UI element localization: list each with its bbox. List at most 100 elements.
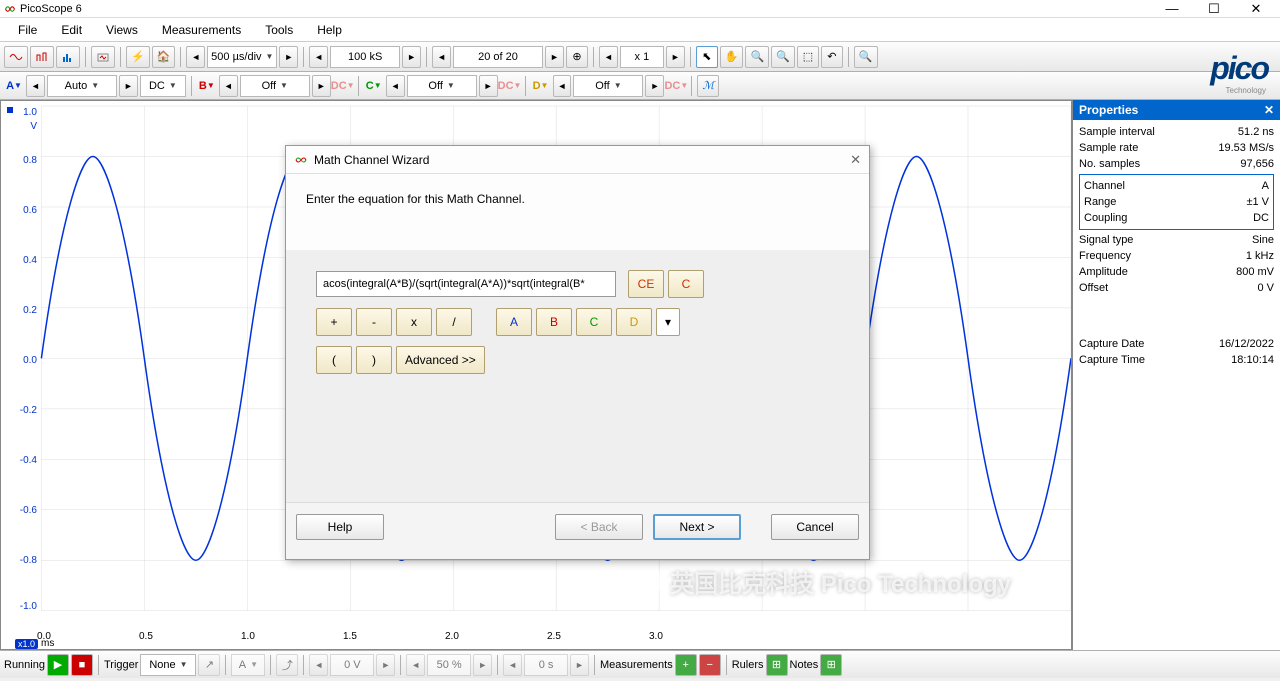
ch-d-range-prev[interactable]: ◄ (553, 75, 572, 97)
buffer-prev-button[interactable]: ◄ (432, 46, 451, 68)
zoom-next-button[interactable]: ► (666, 46, 685, 68)
marquee-zoom-icon[interactable]: 🔍 (854, 46, 878, 68)
prop-coupling-label: Coupling (1084, 212, 1127, 224)
menu-edit[interactable]: Edit (51, 21, 92, 39)
buffer-nav-field[interactable]: 20 of 20 (453, 46, 543, 68)
prop-sample-rate-label: Sample rate (1079, 142, 1138, 154)
zoom-out-icon[interactable]: 🔍 (771, 46, 795, 68)
menu-measurements[interactable]: Measurements (152, 21, 251, 39)
stop-button[interactable]: ■ (71, 654, 93, 676)
ch-d-range-next[interactable]: ► (645, 75, 664, 97)
channel-toolbar: A ▼ ◄ Auto▼ ► DC▼ B ▼ ◄ Off▼ ► DC ▼ C ▼ … (0, 72, 1280, 100)
ch-a-coupling-field[interactable]: DC▼ (140, 75, 186, 97)
multiply-button[interactable]: x (396, 308, 432, 336)
ch-c-range-next[interactable]: ► (479, 75, 498, 97)
level-prev: ◄ (309, 654, 328, 676)
ch-a-range-next[interactable]: ► (119, 75, 138, 97)
advanced-button[interactable]: Advanced >> (396, 346, 485, 374)
clear-entry-button[interactable]: CE (628, 270, 664, 298)
add-measurement-icon[interactable]: + (675, 654, 697, 676)
window-titlebar: PicoScope 6 — ☐ ✕ (0, 0, 1280, 18)
spectrum-mode-icon[interactable] (56, 46, 80, 68)
ch-b-range-prev[interactable]: ◄ (219, 75, 238, 97)
back-button: < Back (555, 514, 643, 540)
prop-channel-value: A (1262, 180, 1269, 192)
rparen-button[interactable]: ) (356, 346, 392, 374)
channel-b-button[interactable]: B (536, 308, 572, 336)
channel-d-label[interactable]: D ▼ (531, 75, 551, 97)
timebase-next-button[interactable]: ► (279, 46, 298, 68)
trigger-mode-field[interactable]: None▼ (140, 654, 196, 676)
lparen-button[interactable]: ( (316, 346, 352, 374)
signal-gen-icon[interactable]: ⚡ (126, 46, 150, 68)
divide-button[interactable]: / (436, 308, 472, 336)
notes-icon[interactable]: ⊞ (820, 654, 842, 676)
ch-d-range-field[interactable]: Off▼ (573, 75, 643, 97)
x-axis-scale-tag[interactable]: x1.0 (15, 639, 38, 649)
run-status-label: Running (4, 659, 45, 671)
timebase-field[interactable]: 500 µs/div▼ (207, 46, 277, 68)
hand-tool-icon[interactable]: ✋ (720, 46, 744, 68)
ch-a-range-prev[interactable]: ◄ (26, 75, 45, 97)
channel-d-button[interactable]: D (616, 308, 652, 336)
minimize-button[interactable]: — (1160, 1, 1184, 17)
prop-signal-type-label: Signal type (1079, 234, 1133, 246)
equation-input[interactable]: acos(integral(A*B)/(sqrt(integral(A*A))*… (316, 271, 616, 297)
ch-c-range-field[interactable]: Off▼ (407, 75, 477, 97)
help-button[interactable]: Help (296, 514, 384, 540)
ch-a-range-field[interactable]: Auto▼ (47, 75, 117, 97)
remove-measurement-icon[interactable]: − (699, 654, 721, 676)
maximize-button[interactable]: ☐ (1202, 1, 1226, 17)
channel-a-button[interactable]: A (496, 308, 532, 336)
minus-button[interactable]: - (356, 308, 392, 336)
trigger-label: Trigger (104, 659, 138, 671)
menu-help[interactable]: Help (307, 21, 352, 39)
pointer-tool-icon[interactable]: ⬉ (696, 46, 718, 68)
prop-amplitude-value: 800 mV (1236, 266, 1274, 278)
timebase-prev-button[interactable]: ◄ (186, 46, 205, 68)
prop-channel-label: Channel (1084, 180, 1125, 192)
buffer-overview-icon[interactable]: ⊕ (566, 46, 588, 68)
run-button[interactable]: ▶ (47, 654, 69, 676)
zoom-field[interactable]: x 1 (620, 46, 664, 68)
trigger-channel-field: A▼ (231, 654, 265, 676)
menu-views[interactable]: Views (96, 21, 148, 39)
trigger-hyst-field: 50 % (427, 654, 471, 676)
channel-c-button[interactable]: C (576, 308, 612, 336)
channel-c-label[interactable]: C ▼ (364, 75, 384, 97)
cancel-button[interactable]: Cancel (771, 514, 859, 540)
channel-b-label[interactable]: B ▼ (197, 75, 217, 97)
menu-file[interactable]: File (8, 21, 47, 39)
samples-next-button[interactable]: ► (402, 46, 421, 68)
channel-props-box: ChannelA Range±1 V CouplingDC (1079, 174, 1274, 230)
ch-b-range-next[interactable]: ► (312, 75, 331, 97)
channel-dropdown[interactable]: ▾ (656, 308, 680, 336)
auto-setup-icon[interactable] (91, 46, 115, 68)
zoom-window-icon[interactable]: ⬚ (797, 46, 819, 68)
next-button[interactable]: Next > (653, 514, 741, 540)
buffer-next-button[interactable]: ► (545, 46, 564, 68)
scope-mode-icon[interactable] (4, 46, 28, 68)
close-button[interactable]: ✕ (1244, 1, 1268, 17)
math-channel-icon[interactable]: ℳ (697, 75, 719, 97)
prop-coupling-value: DC (1253, 212, 1269, 224)
zoom-in-icon[interactable]: 🔍 (745, 46, 769, 68)
channel-a-label[interactable]: A ▼ (4, 75, 24, 97)
rulers-icon[interactable]: ⊞ (766, 654, 788, 676)
properties-close-icon[interactable]: ✕ (1264, 103, 1274, 117)
properties-title: Properties (1079, 103, 1138, 117)
wizard-close-icon[interactable]: ✕ (850, 152, 861, 168)
samples-prev-button[interactable]: ◄ (309, 46, 328, 68)
home-icon[interactable]: 🏠 (152, 46, 176, 68)
clear-button[interactable]: C (668, 270, 704, 298)
ch-c-range-prev[interactable]: ◄ (386, 75, 405, 97)
plus-button[interactable]: + (316, 308, 352, 336)
ch-b-range-field[interactable]: Off▼ (240, 75, 310, 97)
persistence-mode-icon[interactable] (30, 46, 54, 68)
zoom-prev-button[interactable]: ◄ (599, 46, 618, 68)
undo-zoom-icon[interactable]: ↶ (821, 46, 843, 68)
menu-tools[interactable]: Tools (255, 21, 303, 39)
samples-field[interactable]: 100 kS (330, 46, 400, 68)
measurements-label: Measurements (600, 659, 673, 671)
trigger-tool-icon[interactable]: ↗ (198, 654, 220, 676)
